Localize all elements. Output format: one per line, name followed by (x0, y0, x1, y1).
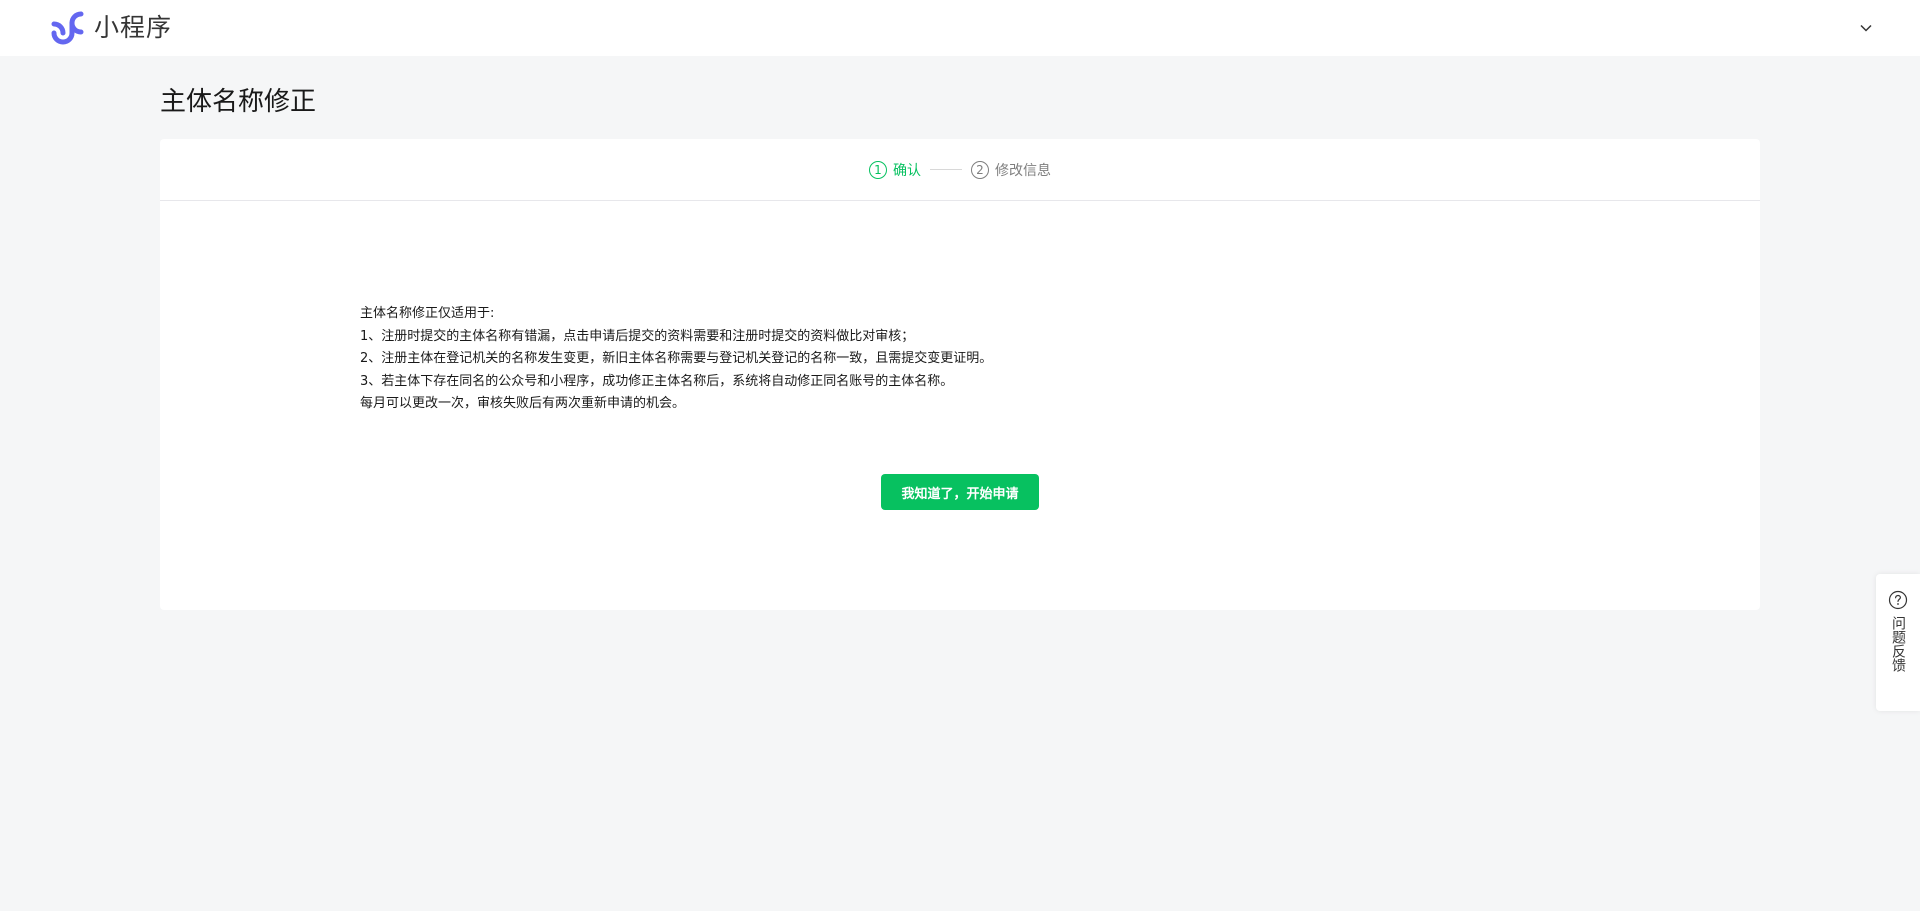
mini-program-logo-icon (51, 11, 84, 45)
top-bar: 小程序 (0, 0, 1920, 56)
question-circle-icon (1888, 590, 1908, 610)
step-connector (930, 169, 962, 170)
step-confirm: 1 确认 (869, 160, 921, 180)
notice-line: 2、注册主体在登记机关的名称发生变更，新旧主体名称需要与登记机关登记的名称一致，… (360, 351, 993, 366)
main-card: 1 确认 2 修改信息 主体名称修正仅适用于: 1、注册时提交的主体名称有错漏，… (160, 139, 1760, 610)
step-number: 2 (971, 160, 989, 179)
page-title: 主体名称修正 (160, 87, 317, 117)
step-label: 确认 (893, 162, 921, 179)
step-number: 1 (869, 160, 887, 179)
account-menu-toggle[interactable] (1856, 18, 1876, 38)
notice-line: 每月可以更改一次，审核失败后有两次重新申请的机会。 (360, 396, 686, 411)
step-modify-info: 2 修改信息 (971, 160, 1051, 180)
step-indicator: 1 确认 2 修改信息 (160, 139, 1760, 201)
feedback-button[interactable]: 问题反馈 (1876, 574, 1920, 711)
start-application-button[interactable]: 我知道了，开始申请 (881, 474, 1039, 510)
step-label: 修改信息 (995, 162, 1051, 179)
notice-line: 3、若主体下存在同名的公众号和小程序，成功修正主体名称后，系统将自动修正同名账号… (360, 373, 954, 389)
notice-text: 主体名称修正仅适用于: 1、注册时提交的主体名称有错漏，点击申请后提交的资料需要… (360, 303, 992, 416)
logo[interactable]: 小程序 (46, 11, 172, 45)
notice-line: 1、注册时提交的主体名称有错漏，点击申请后提交的资料需要和注册时提交的资料做比对… (360, 328, 915, 344)
app-name: 小程序 (94, 13, 173, 42)
chevron-down-icon (1860, 24, 1872, 32)
notice-line: 主体名称修正仅适用于: (360, 306, 495, 321)
feedback-label: 问题反馈 (1890, 616, 1906, 672)
